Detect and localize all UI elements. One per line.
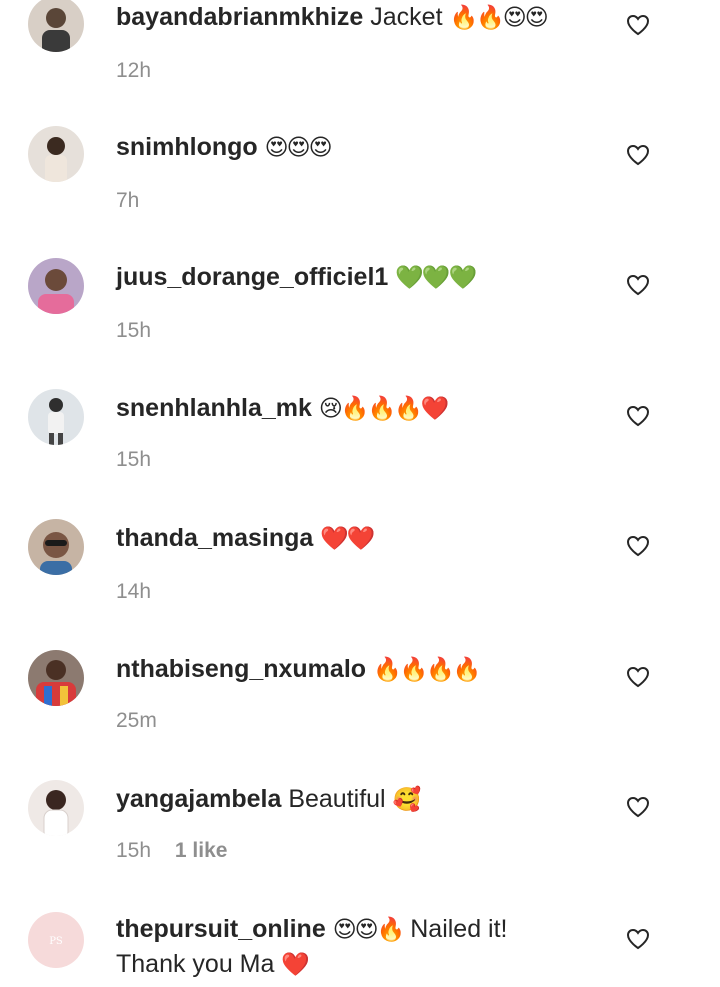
comment-emoji: 💚💚💚 — [395, 265, 477, 291]
comment-meta: 15h — [116, 317, 616, 345]
avatar[interactable] — [28, 258, 84, 314]
comment-line: thepursuit_online 😍😍🔥 Nailed it! — [116, 912, 616, 947]
comment-username[interactable]: yangajambela — [116, 785, 281, 813]
comment-meta: 15h — [116, 446, 616, 474]
comment-emoji: ❤️ — [281, 952, 310, 978]
comment-text: Thank you Ma — [116, 950, 275, 978]
comment-username[interactable]: bayandabrianmkhize — [116, 3, 363, 31]
comment-meta: 14h — [116, 578, 616, 606]
avatar[interactable] — [28, 0, 84, 52]
comment-line: snenhlanhla_mk 😢🔥🔥🔥❤️ — [116, 391, 616, 426]
comment-emoji: 😍😍🔥 — [332, 917, 406, 943]
comment-text: Nailed it! — [410, 915, 508, 943]
comment-emoji: 😢🔥🔥🔥❤️ — [318, 396, 450, 422]
comment-username[interactable]: juus_dorange_officiel1 — [116, 263, 388, 291]
heart-outline-icon[interactable] — [626, 535, 650, 557]
comment-meta: 15h 1 like — [116, 837, 616, 865]
comment-emoji: 😍😍😍 — [264, 135, 333, 161]
comment-time: 25m — [116, 709, 157, 732]
avatar[interactable] — [28, 519, 84, 575]
avatar[interactable] — [28, 126, 84, 182]
comment-likes[interactable]: 1 like — [175, 839, 228, 862]
comment-text: Beautiful — [288, 785, 386, 813]
comment-meta: 7h — [116, 187, 616, 215]
avatar[interactable]: PS — [28, 912, 84, 968]
comment-username[interactable]: thepursuit_online — [116, 915, 326, 943]
comment-time: 7h — [116, 189, 140, 212]
heart-outline-icon[interactable] — [626, 928, 650, 950]
avatar[interactable] — [28, 389, 84, 445]
heart-outline-icon[interactable] — [626, 274, 650, 296]
comment-emoji: 🥰 — [392, 787, 422, 813]
heart-outline-icon[interactable] — [626, 796, 650, 818]
comment-meta: 25m — [116, 707, 616, 735]
avatar[interactable] — [28, 780, 84, 836]
comment-time: 12h — [116, 59, 152, 82]
comment-time: 15h — [116, 319, 152, 342]
comment-meta: 12h — [116, 57, 616, 85]
comment-time: 14h — [116, 580, 152, 603]
comment-time: 15h — [116, 448, 152, 471]
comment-line: yangajambela Beautiful 🥰 — [116, 782, 616, 817]
heart-outline-icon[interactable] — [626, 405, 650, 427]
comment-username[interactable]: snimhlongo — [116, 133, 258, 161]
comment-emoji: 🔥🔥🔥🔥 — [373, 657, 482, 683]
comment-line: thanda_masinga ❤️❤️ — [116, 521, 616, 556]
comment-time: 15h — [116, 839, 152, 862]
comment-line: Thank you Ma ❤️ — [116, 947, 616, 982]
heart-outline-icon[interactable] — [626, 666, 650, 688]
comment-line: nthabiseng_nxumalo 🔥🔥🔥🔥 — [116, 652, 616, 687]
avatar[interactable] — [28, 650, 84, 706]
heart-outline-icon[interactable] — [626, 14, 650, 36]
comment-username[interactable]: nthabiseng_nxumalo — [116, 655, 366, 683]
heart-outline-icon[interactable] — [626, 144, 650, 166]
svg-text:PS: PS — [49, 936, 63, 947]
comment-username[interactable]: thanda_masinga — [116, 524, 313, 552]
comment-username[interactable]: snenhlanhla_mk — [116, 394, 312, 422]
comment-line: bayandabrianmkhize Jacket 🔥🔥😍😍 — [116, 0, 616, 35]
comment-text: Jacket — [370, 3, 443, 31]
comment-emoji: 🔥🔥😍😍 — [449, 5, 548, 31]
comment-line: juus_dorange_officiel1 💚💚💚 — [116, 260, 616, 295]
comment-emoji: ❤️❤️ — [320, 526, 375, 552]
comment-line: snimhlongo 😍😍😍 — [116, 130, 616, 165]
